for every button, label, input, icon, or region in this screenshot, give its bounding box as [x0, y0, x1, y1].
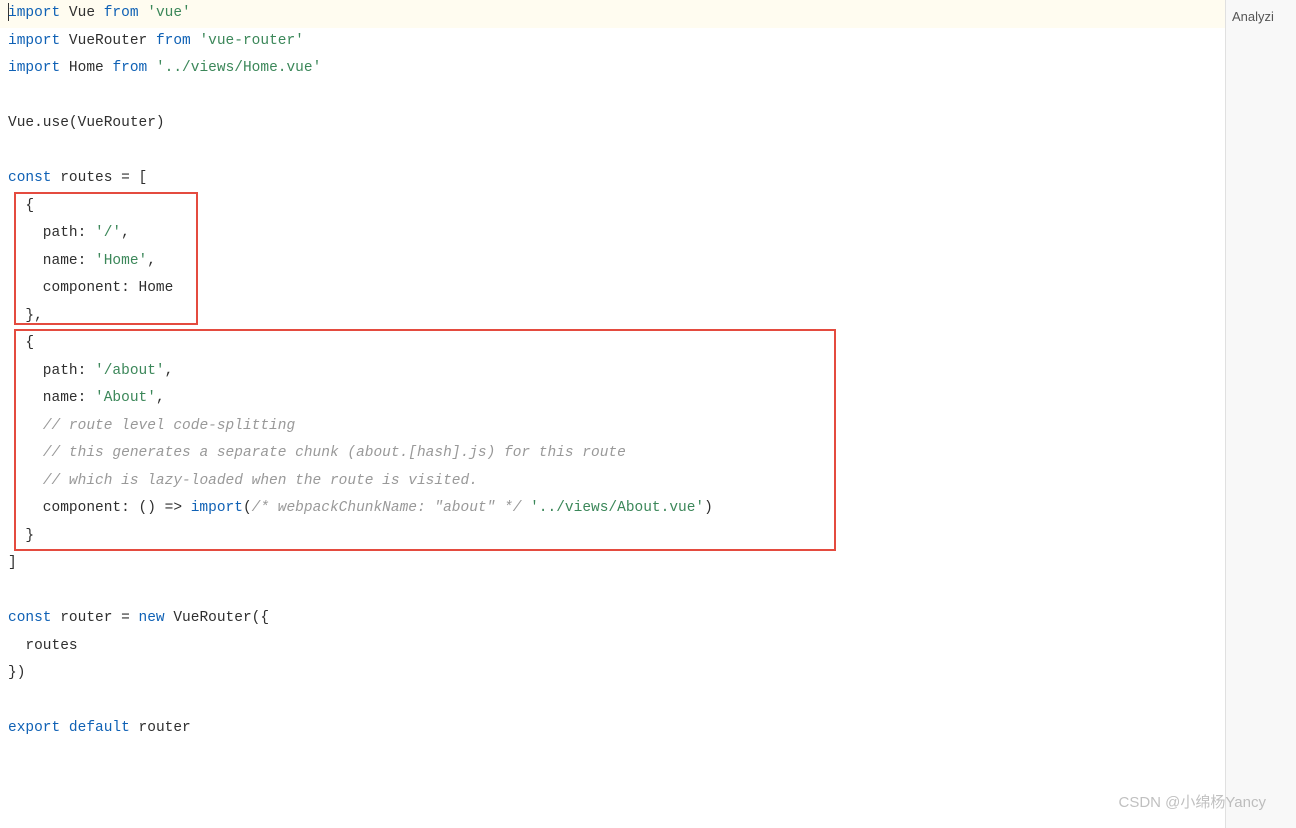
code-line[interactable]: name: 'About', — [8, 385, 1225, 413]
right-sidebar: Analyzi — [1225, 0, 1296, 828]
code-line-empty[interactable] — [8, 138, 1225, 166]
keyword: import — [8, 33, 60, 49]
code-line-empty[interactable] — [8, 578, 1225, 606]
identifier: { — [8, 198, 34, 214]
code-line[interactable]: { — [8, 330, 1225, 358]
keyword: import — [8, 60, 60, 76]
punct: , — [165, 363, 174, 379]
keyword: import — [191, 500, 243, 516]
punct: , — [147, 253, 156, 269]
keyword: import — [8, 5, 60, 21]
keyword: export — [8, 720, 60, 736]
comment: // route level code-splitting — [43, 418, 295, 434]
code-editor[interactable]: import Vue from 'vue' import VueRouter f… — [0, 0, 1225, 828]
keyword: new — [139, 610, 165, 626]
identifier: routes = [ — [52, 170, 148, 186]
code-line[interactable]: component: Home — [8, 275, 1225, 303]
comment: // this generates a separate chunk (abou… — [43, 445, 626, 461]
identifier: name: — [8, 253, 95, 269]
code-line-empty[interactable] — [8, 688, 1225, 716]
identifier: ] — [8, 555, 17, 571]
punct: , — [156, 390, 165, 406]
keyword: from — [112, 60, 147, 76]
identifier: VueRouter({ — [165, 610, 269, 626]
string: '/' — [95, 225, 121, 241]
code-line[interactable]: const routes = [ — [8, 165, 1225, 193]
code-line[interactable]: // which is lazy-loaded when the route i… — [8, 468, 1225, 496]
string: 'vue' — [147, 5, 191, 21]
code-line[interactable]: routes — [8, 633, 1225, 661]
identifier: VueRouter — [60, 33, 156, 49]
string: 'About' — [95, 390, 156, 406]
code-line[interactable]: path: '/about', — [8, 358, 1225, 386]
code-line[interactable]: ] — [8, 550, 1225, 578]
identifier: component: () => — [8, 500, 191, 516]
analyzing-label: Analyzi — [1232, 3, 1274, 31]
identifier: Vue — [60, 5, 104, 21]
identifier: Vue.use(VueRouter) — [8, 115, 165, 131]
code-line[interactable]: }) — [8, 660, 1225, 688]
code-line[interactable]: const router = new VueRouter({ — [8, 605, 1225, 633]
code-line-empty[interactable] — [8, 83, 1225, 111]
comment: // which is lazy-loaded when the route i… — [43, 473, 478, 489]
code-line[interactable]: import VueRouter from 'vue-router' — [8, 28, 1225, 56]
identifier: Home — [60, 60, 112, 76]
code-line[interactable]: path: '/', — [8, 220, 1225, 248]
keyword: from — [104, 5, 139, 21]
keyword: const — [8, 170, 52, 186]
identifier: routes — [8, 638, 78, 654]
code-line[interactable]: export default router — [8, 715, 1225, 743]
string: '../views/Home.vue' — [156, 60, 321, 76]
keyword: default — [69, 720, 130, 736]
code-line[interactable]: Vue.use(VueRouter) — [8, 110, 1225, 138]
code-line[interactable]: // route level code-splitting — [8, 413, 1225, 441]
string: 'Home' — [95, 253, 147, 269]
punct: ) — [704, 500, 713, 516]
identifier: router = — [52, 610, 139, 626]
punct: ( — [243, 500, 252, 516]
identifier: }) — [8, 665, 25, 681]
code-line[interactable]: // this generates a separate chunk (abou… — [8, 440, 1225, 468]
identifier: path: — [8, 225, 95, 241]
identifier: }, — [8, 308, 43, 324]
code-line[interactable]: import Home from '../views/Home.vue' — [8, 55, 1225, 83]
identifier: component: Home — [8, 280, 173, 296]
string: '/about' — [95, 363, 165, 379]
code-line[interactable]: }, — [8, 303, 1225, 331]
identifier: } — [8, 528, 34, 544]
string: 'vue-router' — [199, 33, 303, 49]
code-line[interactable]: component: () => import(/* webpackChunkN… — [8, 495, 1225, 523]
identifier: path: — [8, 363, 95, 379]
keyword: const — [8, 610, 52, 626]
identifier: name: — [8, 390, 95, 406]
identifier: router — [130, 720, 191, 736]
string: '../views/About.vue' — [530, 500, 704, 516]
code-line[interactable]: } — [8, 523, 1225, 551]
punct: , — [121, 225, 130, 241]
keyword: from — [156, 33, 191, 49]
comment: /* webpackChunkName: "about" */ — [252, 500, 522, 516]
identifier: { — [8, 335, 34, 351]
code-line[interactable]: { — [8, 193, 1225, 221]
code-line[interactable]: import Vue from 'vue' — [0, 0, 1225, 28]
code-line[interactable]: name: 'Home', — [8, 248, 1225, 276]
